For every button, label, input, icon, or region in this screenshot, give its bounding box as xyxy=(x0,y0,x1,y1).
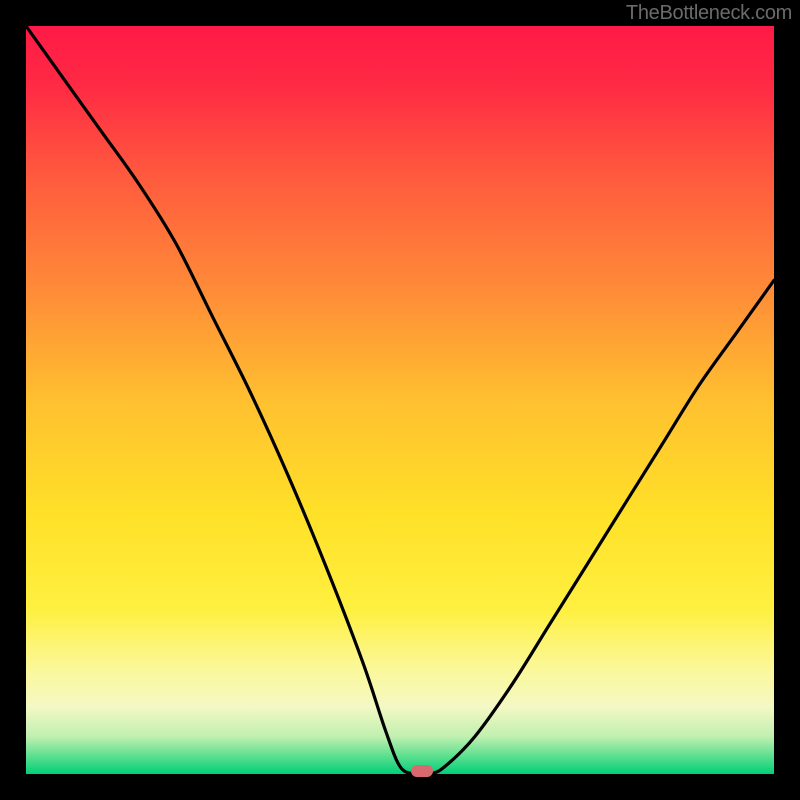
watermark: TheBottleneck.com xyxy=(626,2,792,25)
curve-layer xyxy=(26,26,774,774)
bottleneck-chart xyxy=(26,26,774,774)
optimal-point-marker xyxy=(411,765,433,777)
bottleneck-curve xyxy=(26,26,774,774)
